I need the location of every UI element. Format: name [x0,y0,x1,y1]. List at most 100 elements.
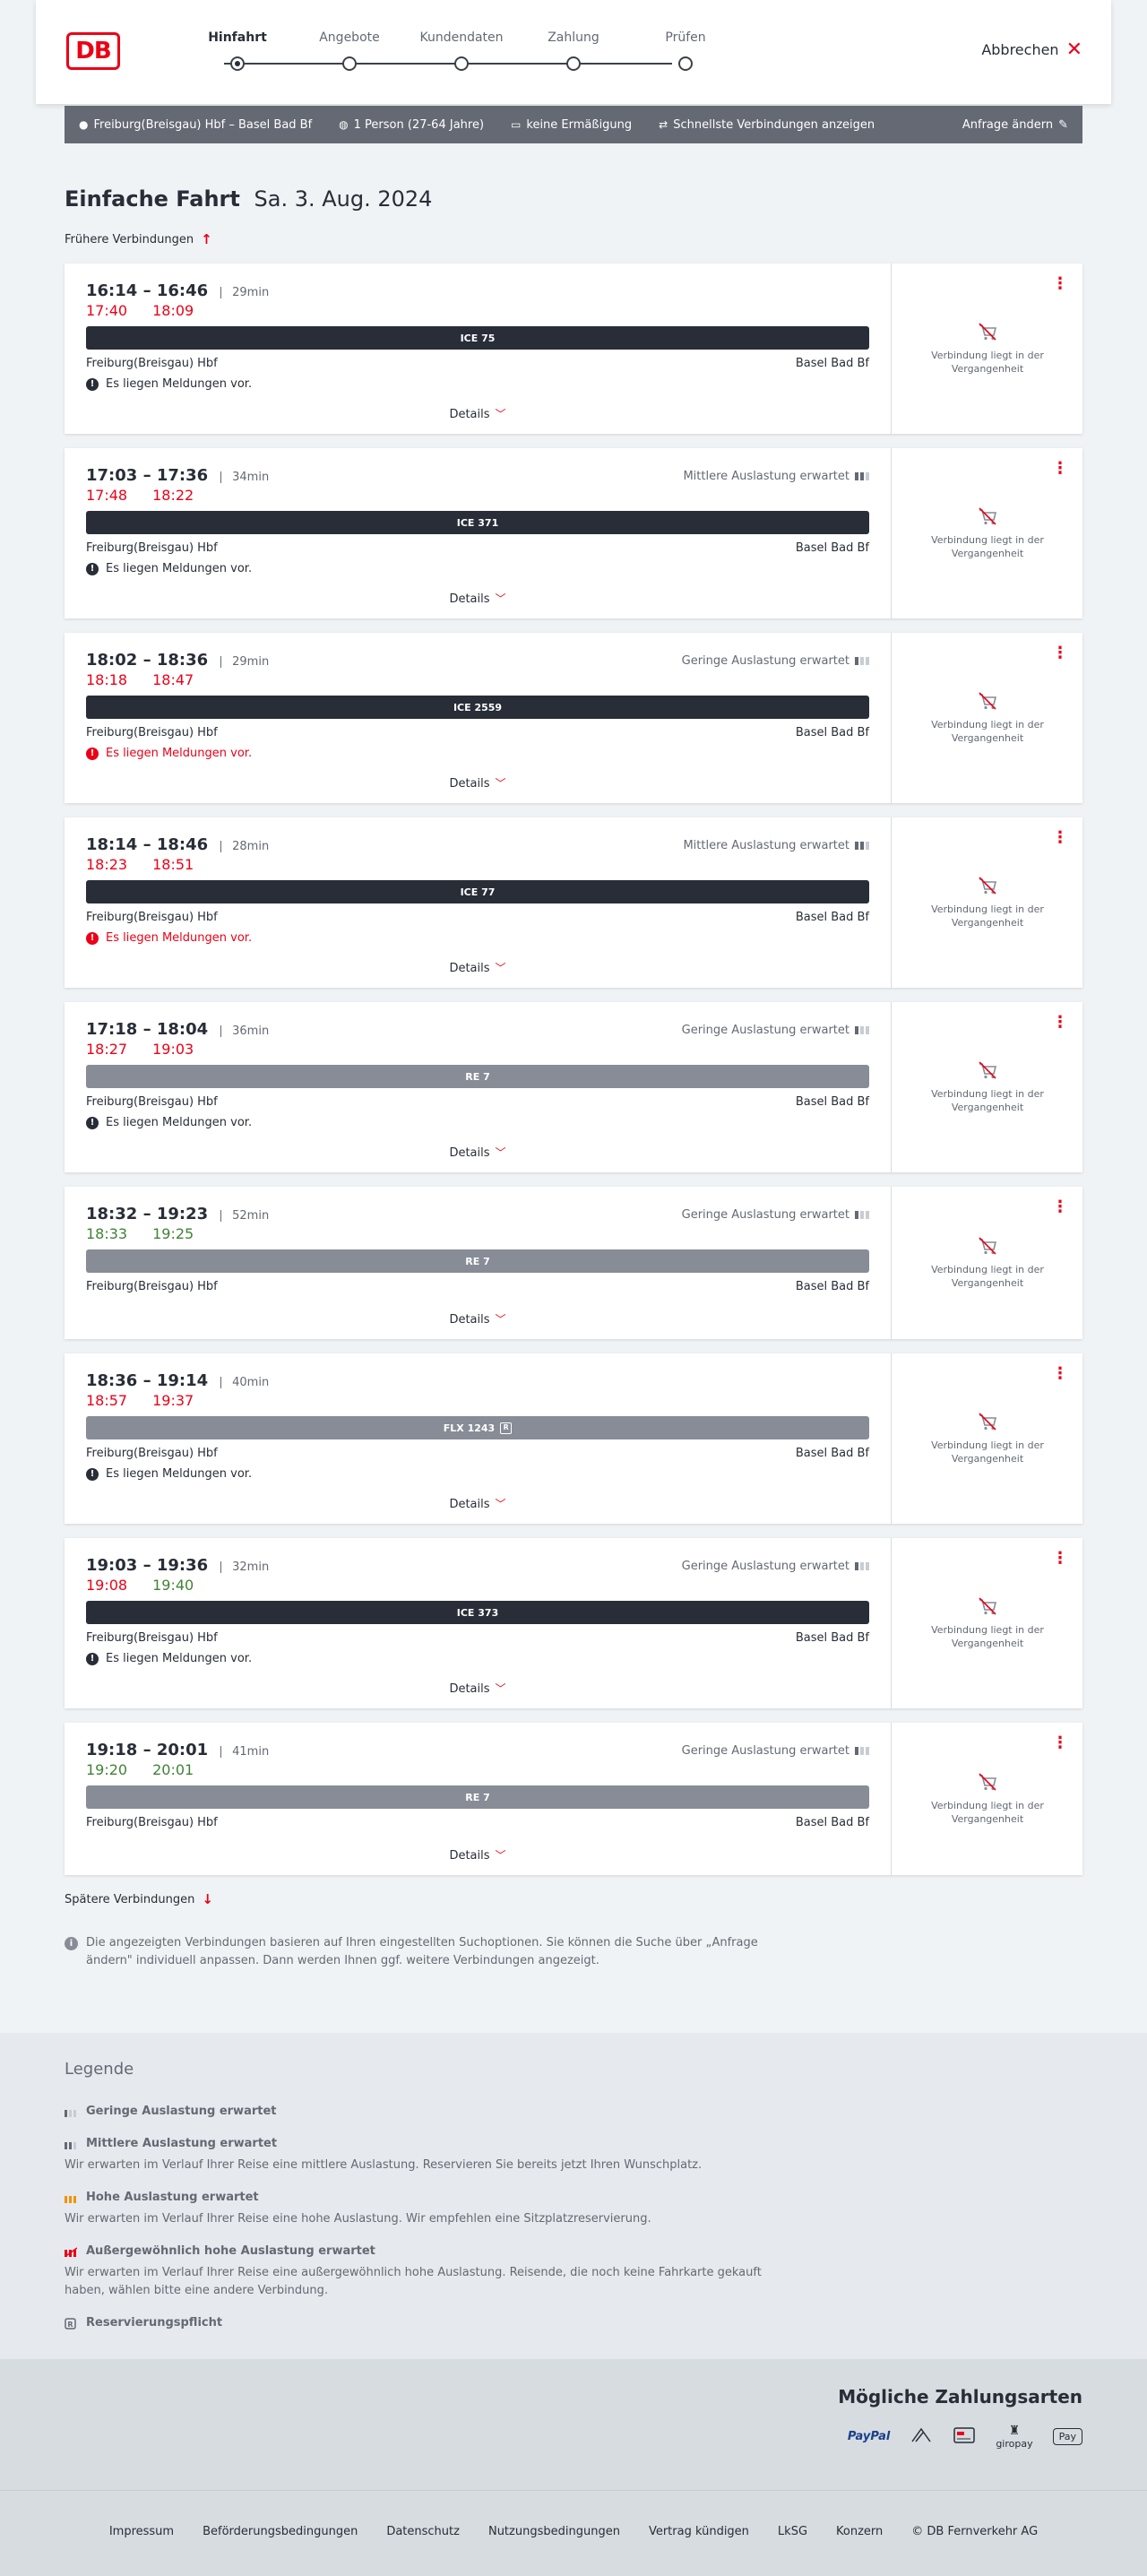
chevron-down-icon: ﹀ [495,777,506,790]
legend-text: Wir erwarten im Verlauf Ihrer Reise eine… [65,2212,651,2226]
legend-text: Wir erwarten im Verlauf Ihrer Reise eine… [65,2158,703,2172]
cancel-button[interactable]: Abbrechen ✕ [981,39,1082,59]
past-text-line1: Verbindung liegt in der [931,1624,1044,1636]
footer-link-nutzungsbedingungen[interactable]: Nutzungsbedingungen [488,2525,620,2538]
route-summary: ● Freiburg(Breisgau) Hbf – Basel Bad Bf [79,118,312,132]
details-toggle[interactable]: Details ﹀ [65,1145,891,1160]
alert-icon: ! [86,1652,99,1665]
train-bar[interactable]: FLX 1243 R [86,1416,869,1439]
connection-card[interactable]: 18:32 – 19:23 52min Geringe Auslastung erw… [65,1187,1082,1339]
connection-card[interactable]: 19:03 – 19:36 32min Geringe Auslastung erw… [65,1538,1082,1708]
footer-link-lksg[interactable]: LkSG [778,2525,807,2538]
db-logo[interactable]: DB [66,32,120,70]
more-options-icon[interactable]: ⋮ [1052,1364,1068,1383]
connection-card[interactable]: 18:36 – 19:14 40min 18:57 19:37 FLX 1243 R Fre… [65,1353,1082,1524]
details-toggle[interactable]: Details ﹀ [65,406,891,421]
realtime-times: 17:48 18:22 [86,487,869,504]
connection-card[interactable]: 18:14 – 18:46 28min Mittlere Auslastung er… [65,817,1082,988]
alert-icon: ! [86,1467,99,1481]
later-connections-button[interactable]: Spätere Verbindungen ↓ [65,1891,213,1907]
connection-card[interactable]: 16:14 – 16:46 29min 17:40 18:09 ICE 75 Freibu… [65,264,1082,434]
connection-card[interactable]: 17:03 – 17:36 34min Mittlere Auslastung er… [65,448,1082,618]
duration: 40min [220,1377,269,1388]
more-options-icon[interactable]: ⋮ [1052,828,1068,847]
alert-icon: ! [86,562,99,575]
note-text: Die angezeigten Verbindungen basieren au… [86,1936,758,1967]
realtime-arrival: 18:22 [152,487,194,504]
train-name: RE 7 [465,1791,490,1803]
realtime-departure: 18:33 [86,1225,128,1242]
step-label: Prüfen [665,30,706,45]
more-options-icon[interactable]: ⋮ [1052,644,1068,662]
train-bar[interactable]: ICE 75 [86,326,869,350]
cart-disabled-icon [979,1237,997,1255]
booking-panel: ⋮ Verbindung liegt in der Vergangenheit [891,633,1082,803]
station-row: Freiburg(Breisgau) Hbf Basel Bad Bf [86,1631,869,1645]
arrival-station: Basel Bad Bf [795,726,869,739]
persons-text: 1 Person (27-64 Jahre) [353,117,485,132]
disruption-message[interactable]: ! Es liegen Meldungen vor. [86,1652,869,1665]
chevron-down-icon: ﹀ [495,1498,506,1510]
occupancy-label: Geringe Auslastung erwartet [681,1024,849,1037]
footer-link-impressum[interactable]: Impressum [109,2525,174,2538]
alert-icon: ! [86,747,99,760]
past-text-line1: Verbindung liegt in der [931,534,1044,546]
details-toggle[interactable]: Details ﹀ [65,591,891,606]
train-bar[interactable]: RE 7 [86,1249,869,1273]
departure-station: Freiburg(Breisgau) Hbf [86,1631,218,1645]
train-bar[interactable]: ICE 371 [86,511,869,534]
legend-text: Wir erwarten im Verlauf Ihrer Reise eine… [65,2266,762,2297]
chevron-down-icon: ﹀ [495,1313,506,1326]
train-name: ICE 75 [460,332,496,344]
disruption-message[interactable]: ! Es liegen Meldungen vor. [86,931,869,945]
occupancy-label: Geringe Auslastung erwartet [681,1744,849,1758]
step-dot [678,56,693,71]
connection-card[interactable]: 17:18 – 18:04 36min Geringe Auslastung erw… [65,1002,1082,1172]
change-request-button[interactable]: Anfrage ändern ✎ [962,118,1068,132]
more-options-icon[interactable]: ⋮ [1052,1549,1068,1568]
disruption-message[interactable]: ! Es liegen Meldungen vor. [86,747,869,760]
realtime-departure: 19:20 [86,1761,128,1778]
train-bar[interactable]: ICE 373 [86,1601,869,1624]
train-bar[interactable]: ICE 77 [86,880,869,903]
occupancy-label: Mittlere Auslastung erwartet [683,470,849,483]
footer-link-konzern[interactable]: Konzern [836,2525,883,2538]
connection-details: 18:32 – 19:23 52min Geringe Auslastung erw… [65,1187,891,1339]
more-options-icon[interactable]: ⋮ [1052,459,1068,478]
footer-link-vertrag-kuendigen[interactable]: Vertrag kündigen [649,2525,749,2538]
details-toggle[interactable]: Details ﹀ [65,1496,891,1511]
details-toggle[interactable]: Details ﹀ [65,1311,891,1327]
connection-card[interactable]: 18:02 – 18:36 29min Geringe Auslastung erw… [65,633,1082,803]
planned-times: 19:18 – 20:01 [86,1741,209,1759]
details-toggle[interactable]: Details ﹀ [65,960,891,975]
details-toggle[interactable]: Details ﹀ [65,1681,891,1696]
realtime-times: 19:20 20:01 [86,1761,869,1778]
disruption-message[interactable]: ! Es liegen Meldungen vor. [86,1116,869,1129]
planned-times: 17:18 – 18:04 [86,1020,209,1039]
connection-card[interactable]: 19:18 – 20:01 41min Geringe Auslastung erw… [65,1723,1082,1875]
realtime-departure: 18:18 [86,671,128,688]
train-bar[interactable]: RE 7 [86,1785,869,1809]
card-icon: ▭ [511,118,522,131]
disruption-message[interactable]: ! Es liegen Meldungen vor. [86,1467,869,1481]
footer-link-befoerderungsbedingungen[interactable]: Beförderungsbedingungen [203,2525,358,2538]
step-label: Kundendaten [419,30,504,45]
realtime-times: 18:57 19:37 [86,1392,869,1409]
earlier-connections-button[interactable]: Frühere Verbindungen ↑ [65,231,212,247]
disruption-message[interactable]: ! Es liegen Meldungen vor. [86,377,869,391]
train-bar[interactable]: ICE 2559 [86,696,869,719]
more-options-icon[interactable]: ⋮ [1052,1013,1068,1032]
more-options-icon[interactable]: ⋮ [1052,1733,1068,1752]
footer-link-datenschutz[interactable]: Datenschutz [386,2525,460,2538]
details-label: Details [449,1313,490,1327]
more-options-icon[interactable]: ⋮ [1052,274,1068,293]
legend-section: Legende Geringe Auslastung erwartet Mitt… [0,2033,1147,2359]
train-bar[interactable]: RE 7 [86,1065,869,1088]
occupancy-low-icon [855,657,869,665]
more-options-icon[interactable]: ⋮ [1052,1197,1068,1216]
disruption-message[interactable]: ! Es liegen Meldungen vor. [86,562,869,575]
details-toggle[interactable]: Details ﹀ [65,1847,891,1863]
details-toggle[interactable]: Details ﹀ [65,775,891,791]
occupancy-label: Geringe Auslastung erwartet [681,654,849,668]
booking-panel: ⋮ Verbindung liegt in der Vergangenheit [891,1538,1082,1708]
